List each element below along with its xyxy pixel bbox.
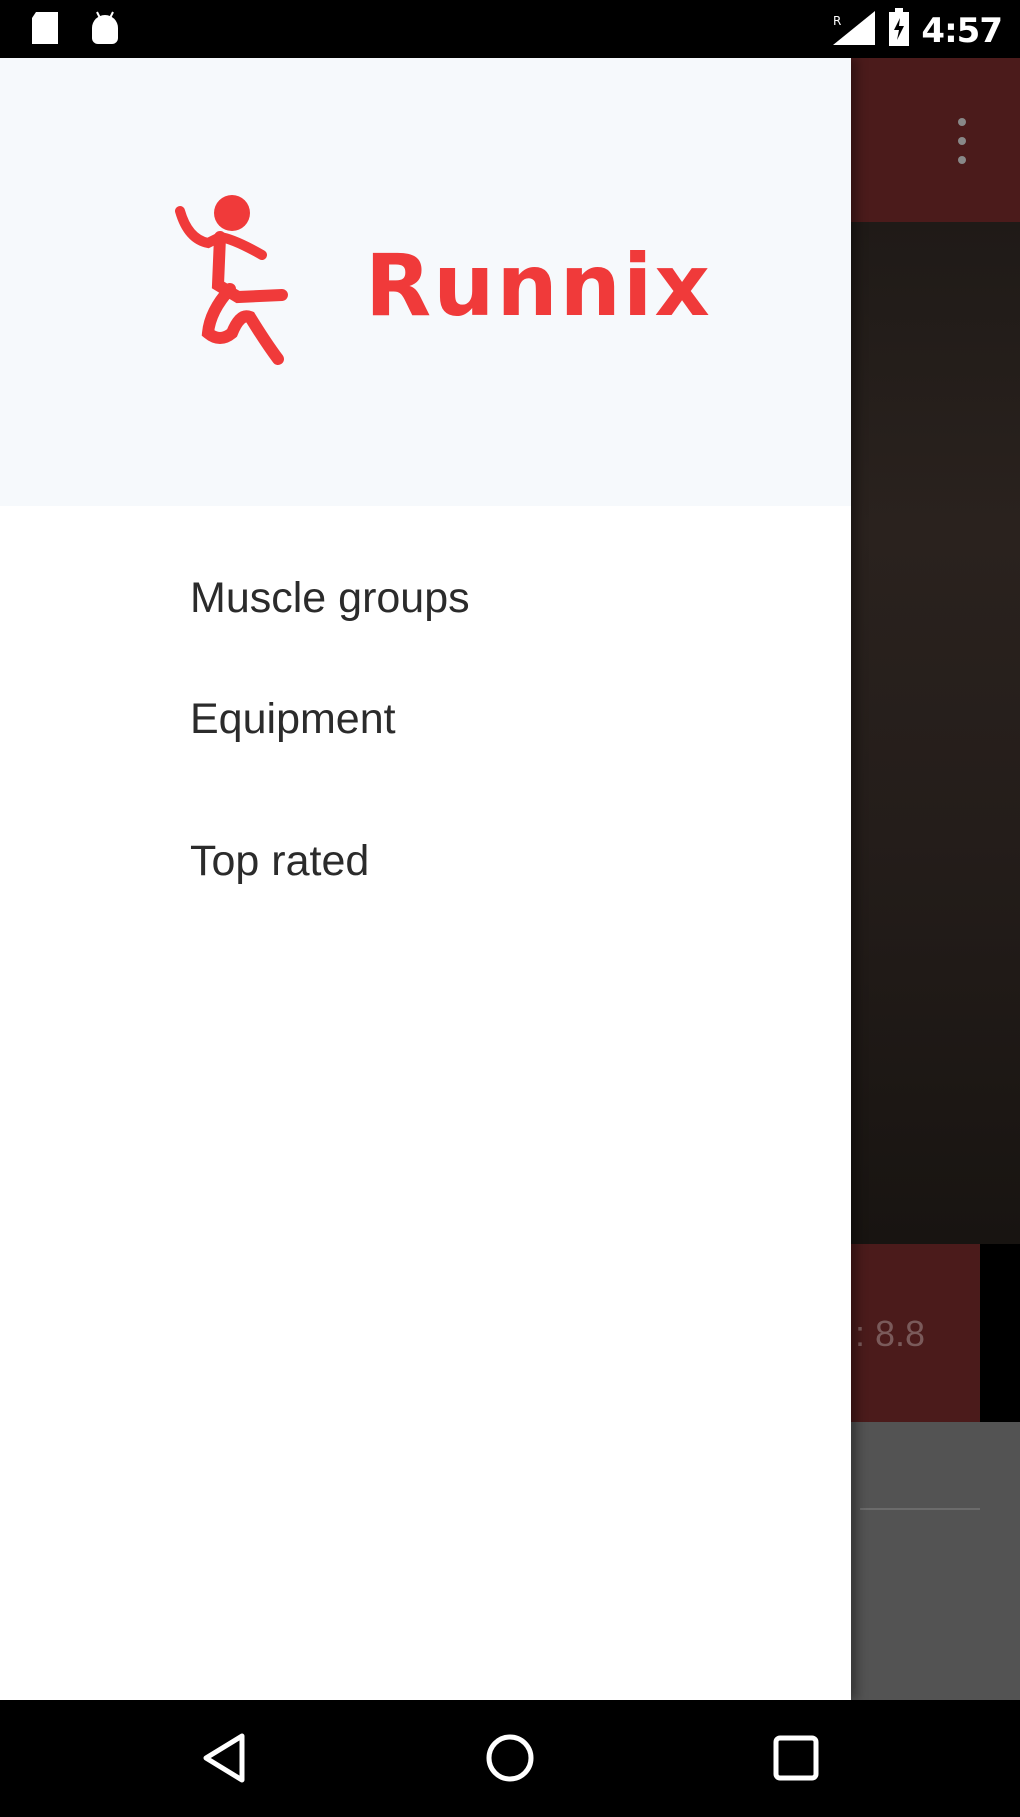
overflow-menu-icon[interactable]	[952, 116, 972, 166]
system-navigation-bar	[0, 1700, 1020, 1817]
drawer-header: Runnix	[0, 58, 851, 506]
recents-icon[interactable]	[768, 1730, 824, 1786]
sd-card-icon	[28, 10, 62, 46]
status-bar: R 4:57	[0, 0, 1020, 58]
menu-item-top-rated[interactable]: Top rated	[0, 790, 851, 932]
drawer-menu: Muscle groups Equipment Top rated	[0, 548, 851, 932]
navigation-drawer: Runnix Muscle groups Equipment Top rated	[0, 58, 851, 1700]
status-time: 4:57	[921, 10, 1003, 51]
signal-icon: R	[831, 9, 877, 52]
back-icon[interactable]	[196, 1730, 252, 1786]
divider	[860, 1508, 980, 1510]
svg-text:R: R	[833, 14, 841, 28]
home-icon[interactable]	[482, 1730, 538, 1786]
runner-icon	[170, 193, 310, 373]
android-icon	[88, 10, 122, 46]
brand-name: Runnix	[365, 236, 712, 336]
battery-icon	[887, 8, 911, 53]
menu-item-muscle-groups[interactable]: Muscle groups	[0, 548, 851, 648]
rating-text: : 8.8	[854, 1313, 925, 1354]
menu-item-equipment[interactable]: Equipment	[0, 648, 851, 790]
